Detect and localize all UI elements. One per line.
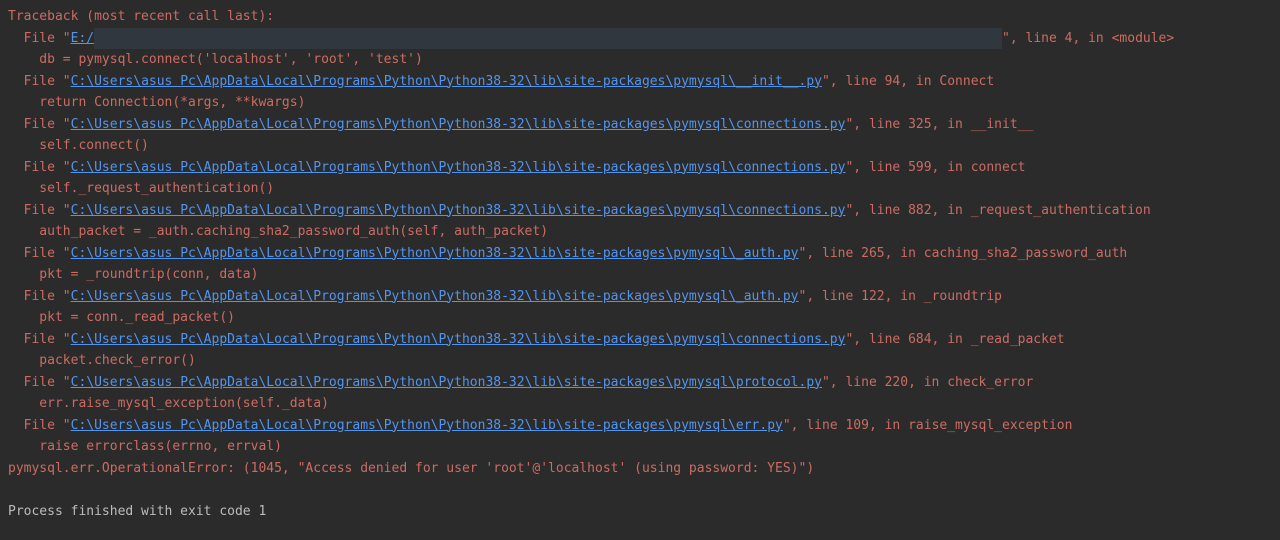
frame-6-path[interactable]: C:\Users\asus Pc\AppData\Local\Programs\… — [71, 289, 799, 304]
frame-3-suffix: ", line 599, in connect — [845, 160, 1025, 175]
frame-9-code: raise errorclass(errno, errval) — [8, 439, 282, 454]
frame-7-code: packet.check_error() — [8, 353, 196, 368]
frame-6-code: pkt = conn._read_packet() — [8, 310, 235, 325]
frame-4-path[interactable]: C:\Users\asus Pc\AppData\Local\Programs\… — [71, 203, 846, 218]
frame-5-suffix: ", line 265, in caching_sha2_password_au… — [799, 246, 1128, 261]
frame-2-prefix: File " — [8, 117, 71, 132]
redacted-path — [94, 28, 1002, 50]
frame-0-suffix: ", line 4, in <module> — [1002, 31, 1174, 46]
frame-2-suffix: ", line 325, in __init__ — [845, 117, 1033, 132]
frame-8-prefix: File " — [8, 375, 71, 390]
frame-3-path[interactable]: C:\Users\asus Pc\AppData\Local\Programs\… — [71, 160, 846, 175]
frame-9-suffix: ", line 109, in raise_mysql_exception — [783, 418, 1073, 433]
frame-2-path[interactable]: C:\Users\asus Pc\AppData\Local\Programs\… — [71, 117, 846, 132]
frame-4-code: auth_packet = _auth.caching_sha2_passwor… — [8, 224, 548, 239]
frame-8-suffix: ", line 220, in check_error — [822, 375, 1033, 390]
frame-4-prefix: File " — [8, 203, 71, 218]
frame-7-path[interactable]: C:\Users\asus Pc\AppData\Local\Programs\… — [71, 332, 846, 347]
frame-2-code: self.connect() — [8, 138, 149, 153]
frame-8-path[interactable]: C:\Users\asus Pc\AppData\Local\Programs\… — [71, 375, 822, 390]
frame-5-code: pkt = _roundtrip(conn, data) — [8, 267, 258, 282]
frame-3-prefix: File " — [8, 160, 71, 175]
frame-1-code: return Connection(*args, **kwargs) — [8, 95, 305, 110]
console-output: Traceback (most recent call last): File … — [0, 0, 1280, 534]
frame-8-code: err.raise_mysql_exception(self._data) — [8, 396, 329, 411]
traceback-header: Traceback (most recent call last): — [8, 9, 274, 24]
frame-4-suffix: ", line 882, in _request_authentication — [845, 203, 1150, 218]
frame-1-path[interactable]: C:\Users\asus Pc\AppData\Local\Programs\… — [71, 74, 822, 89]
frame-1-prefix: File " — [8, 74, 71, 89]
frame-5-path[interactable]: C:\Users\asus Pc\AppData\Local\Programs\… — [71, 246, 799, 261]
frame-7-prefix: File " — [8, 332, 71, 347]
frame-3-code: self._request_authentication() — [8, 181, 274, 196]
frame-1-suffix: ", line 94, in Connect — [822, 74, 994, 89]
frame-0-prefix: File " — [8, 31, 71, 46]
frame-9-prefix: File " — [8, 418, 71, 433]
frame-9-path[interactable]: C:\Users\asus Pc\AppData\Local\Programs\… — [71, 418, 783, 433]
frame-7-suffix: ", line 684, in _read_packet — [845, 332, 1064, 347]
frame-5-prefix: File " — [8, 246, 71, 261]
exception-line: pymysql.err.OperationalError: (1045, "Ac… — [8, 461, 814, 476]
frame-0-code: db = pymysql.connect('localhost', 'root'… — [8, 52, 423, 67]
frame-6-suffix: ", line 122, in _roundtrip — [799, 289, 1003, 304]
frame-6-prefix: File " — [8, 289, 71, 304]
frame-0-path[interactable]: E:/ — [71, 31, 94, 46]
process-exit-line: Process finished with exit code 1 — [8, 504, 266, 519]
